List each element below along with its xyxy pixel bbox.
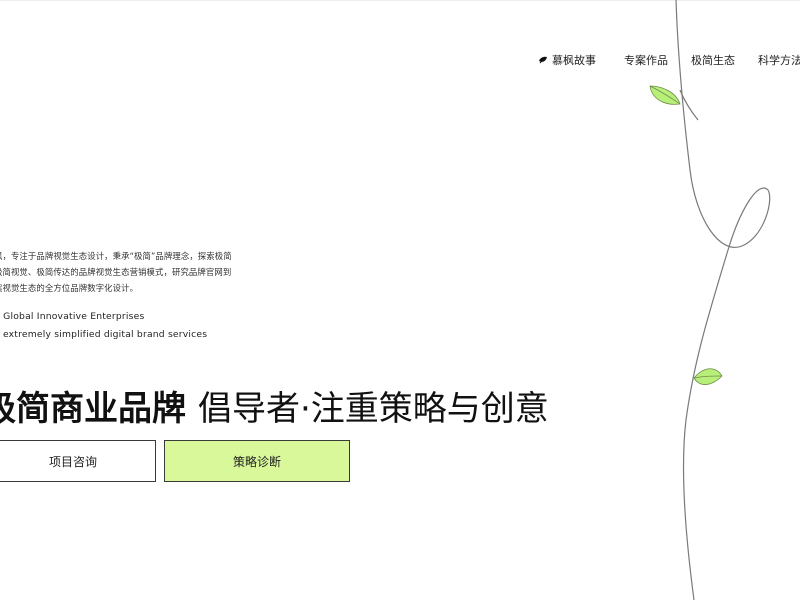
leaf-icon (693, 368, 723, 385)
main-navigation: 慕枫故事 专案作品 极简生态 科学方法 (530, 52, 800, 72)
decorative-vine-illustration (649, 0, 771, 600)
nav-item-works[interactable]: 专案作品 (624, 52, 668, 68)
leaf-logo-icon (539, 56, 547, 64)
brand-intro-line: 极简视觉、极简传达的品牌视觉生态营销模式，研究品牌官网到 (0, 267, 232, 277)
project-consultation-button[interactable]: 项目咨询 (0, 440, 156, 482)
homepage: 慕枫故事 专案作品 极简生态 科学方法 枫，专注于品牌视觉生态设计，秉承“极简”… (0, 0, 800, 600)
nav-item-works-label: 专案作品 (624, 54, 668, 67)
leaf-icon (649, 85, 681, 105)
brand-intro-line: 枫，专注于品牌视觉生态设计，秉承“极简”品牌理念，探索极简 (0, 251, 232, 261)
vine-stem-icon (675, 0, 771, 600)
hero-headline-bold: 极简商业品牌 (0, 388, 186, 429)
brand-intro-text: 枫，专注于品牌视觉生态设计，秉承“极简”品牌理念，探索极简 极简视觉、极简传达的… (0, 248, 274, 296)
hero-headline-light: 倡导者·注重策略与创意 (198, 388, 549, 429)
nav-item-method-label: 科学方法 (758, 54, 800, 67)
strategy-diagnosis-button[interactable]: 策略诊断 (164, 440, 350, 482)
brand-intro-line: 案视觉生态的全方位品牌数字化设计。 (0, 283, 139, 293)
nav-item-ecosystem-label: 极简生态 (691, 54, 735, 67)
nav-item-method[interactable]: 科学方法 (758, 52, 800, 68)
hero-headline: 极简商业品牌 倡导者·注重策略与创意 (0, 387, 549, 431)
english-tagline-1: g Global Innovative Enterprises (0, 311, 145, 322)
leaf-vein-icon (649, 85, 681, 105)
nav-item-story-label: 慕枫故事 (552, 54, 596, 67)
leaf-vein-icon (693, 375, 723, 379)
nav-item-story[interactable]: 慕枫故事 (538, 52, 596, 68)
top-divider (0, 0, 800, 1)
vine-branch-icon (679, 89, 699, 121)
nav-item-ecosystem[interactable]: 极简生态 (691, 52, 735, 68)
english-tagline-2: e extremely simplified digital brand ser… (0, 329, 208, 340)
